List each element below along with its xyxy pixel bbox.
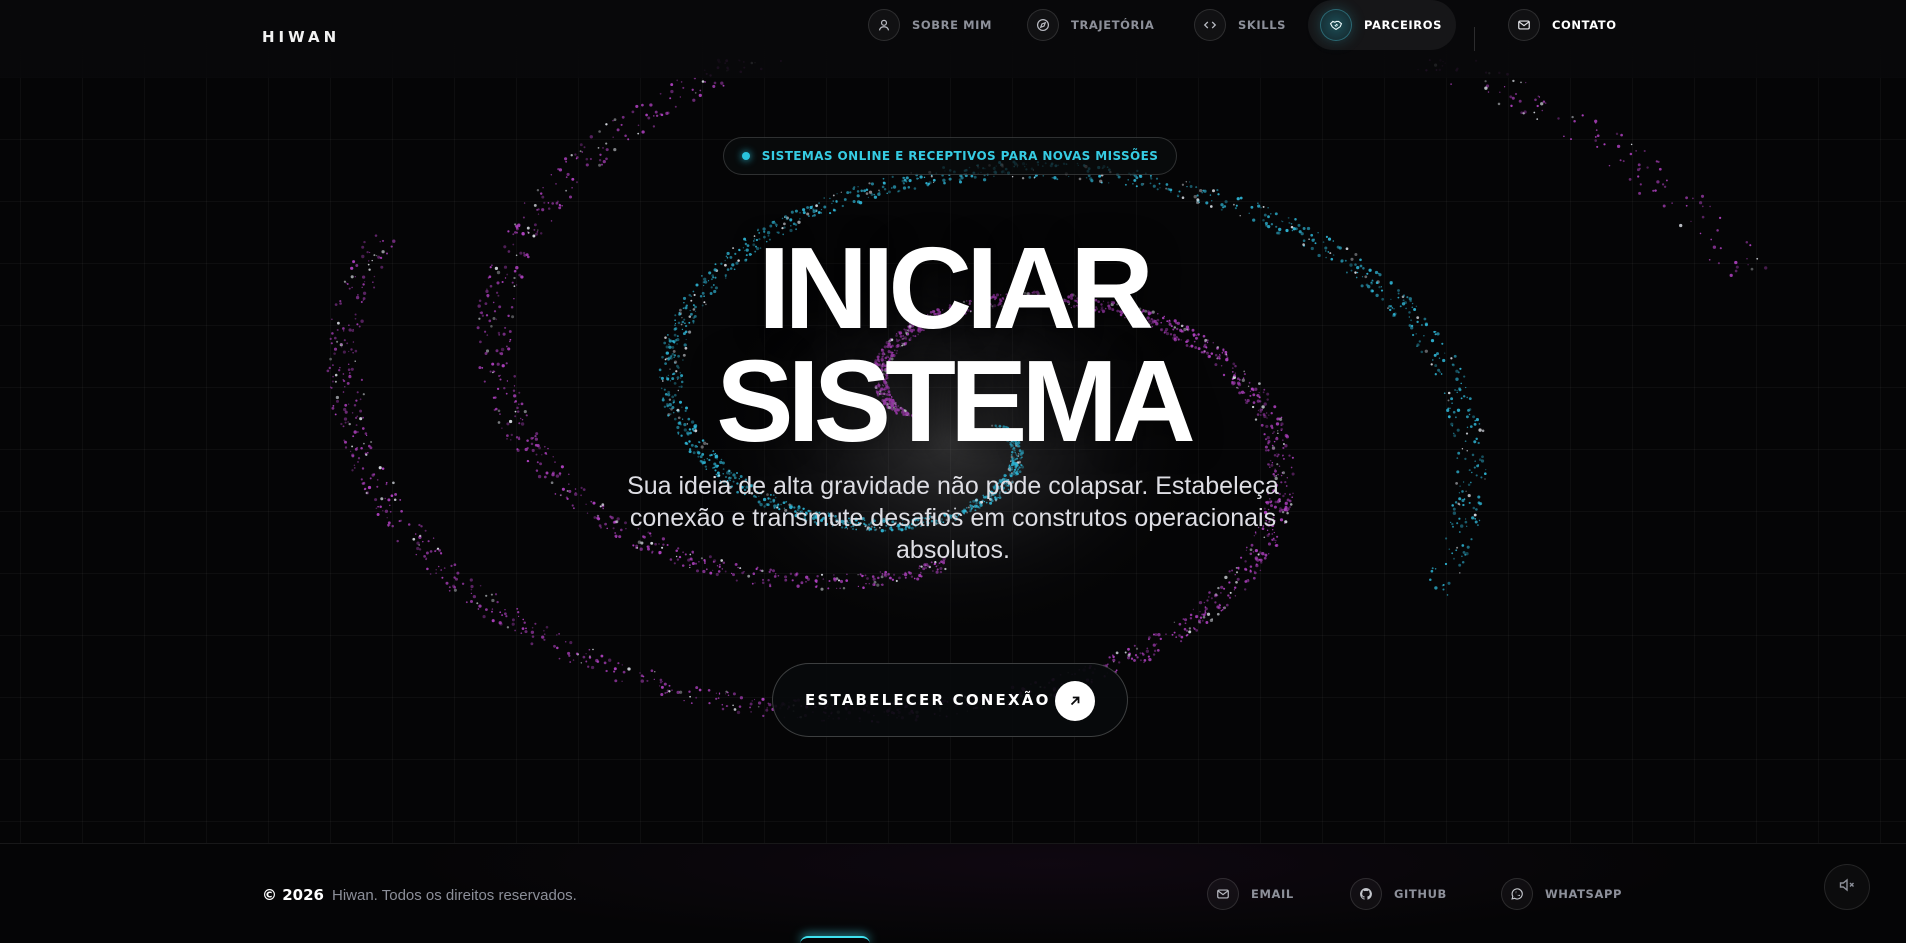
sound-toggle-button[interactable] (1824, 864, 1870, 910)
github-icon (1350, 878, 1382, 910)
arrow-up-right-icon (1055, 681, 1095, 721)
cta-label: ESTABELECER CONEXÃO (805, 691, 1051, 709)
footer-link-whatsapp[interactable]: WHATSAPP (1501, 878, 1622, 910)
brand-logo[interactable]: HIWAN (262, 28, 340, 46)
footer-link-label: WHATSAPP (1545, 887, 1623, 901)
copyright-text: Hiwan. Todos os direitos reservados. (331, 887, 577, 904)
hero-title-line-1: INICIAR (758, 223, 1154, 353)
nav-item-trajetoria[interactable]: TRAJETÓRIA (1015, 0, 1168, 50)
page: HIWAN SOBRE MIM TRAJETÓRIA SKILLS PARCEI… (0, 0, 1906, 943)
establish-connection-button[interactable]: ESTABELECER CONEXÃO (772, 663, 1128, 737)
handshake-icon (1320, 9, 1352, 41)
compass-icon (1027, 9, 1059, 41)
nav-item-contato[interactable]: CONTATO (1496, 0, 1631, 50)
nav-item-skills[interactable]: SKILLS (1182, 0, 1300, 50)
nav-label: CONTATO (1552, 18, 1617, 32)
footer: © 2026 Hiwan. Todos os direitos reservad… (0, 843, 1906, 943)
status-dot (741, 152, 750, 160)
nav-label: SKILLS (1238, 18, 1287, 32)
hero-title-line-2: SISTEMA (716, 336, 1196, 466)
nav-divider (1474, 27, 1475, 51)
footer-link-email[interactable]: EMAIL (1207, 878, 1294, 910)
status-badge: SISTEMAS ONLINE E RECEPTIVOS PARA NOVAS … (723, 137, 1177, 175)
nav-label: SOBRE MIM (912, 18, 993, 32)
scroll-indicator-glow (800, 936, 870, 943)
status-text: SISTEMAS ONLINE E RECEPTIVOS PARA NOVAS … (761, 149, 1159, 163)
copyright: © 2026 Hiwan. Todos os direitos reservad… (262, 886, 577, 904)
nav-label: PARCEIROS (1364, 18, 1443, 32)
whatsapp-icon (1501, 878, 1533, 910)
footer-link-label: GITHUB (1394, 887, 1447, 901)
footer-link-label: EMAIL (1251, 887, 1294, 901)
mail-icon (1207, 878, 1239, 910)
nav-item-sobre-mim[interactable]: SOBRE MIM (856, 0, 1006, 50)
nav-label: TRAJETÓRIA (1071, 18, 1155, 32)
nav-item-parceiros[interactable]: PARCEIROS (1308, 0, 1457, 50)
user-icon (868, 9, 900, 41)
hero-subtitle: Sua ideia de alta gravidade não pode col… (627, 472, 1279, 564)
code-icon (1194, 9, 1226, 41)
speaker-muted-icon (1838, 876, 1856, 899)
top-navigation-bar: HIWAN SOBRE MIM TRAJETÓRIA SKILLS PARCEI… (0, 0, 1906, 78)
footer-link-github[interactable]: GITHUB (1350, 878, 1447, 910)
copyright-year: © 2026 (262, 886, 324, 904)
mail-icon (1508, 9, 1540, 41)
